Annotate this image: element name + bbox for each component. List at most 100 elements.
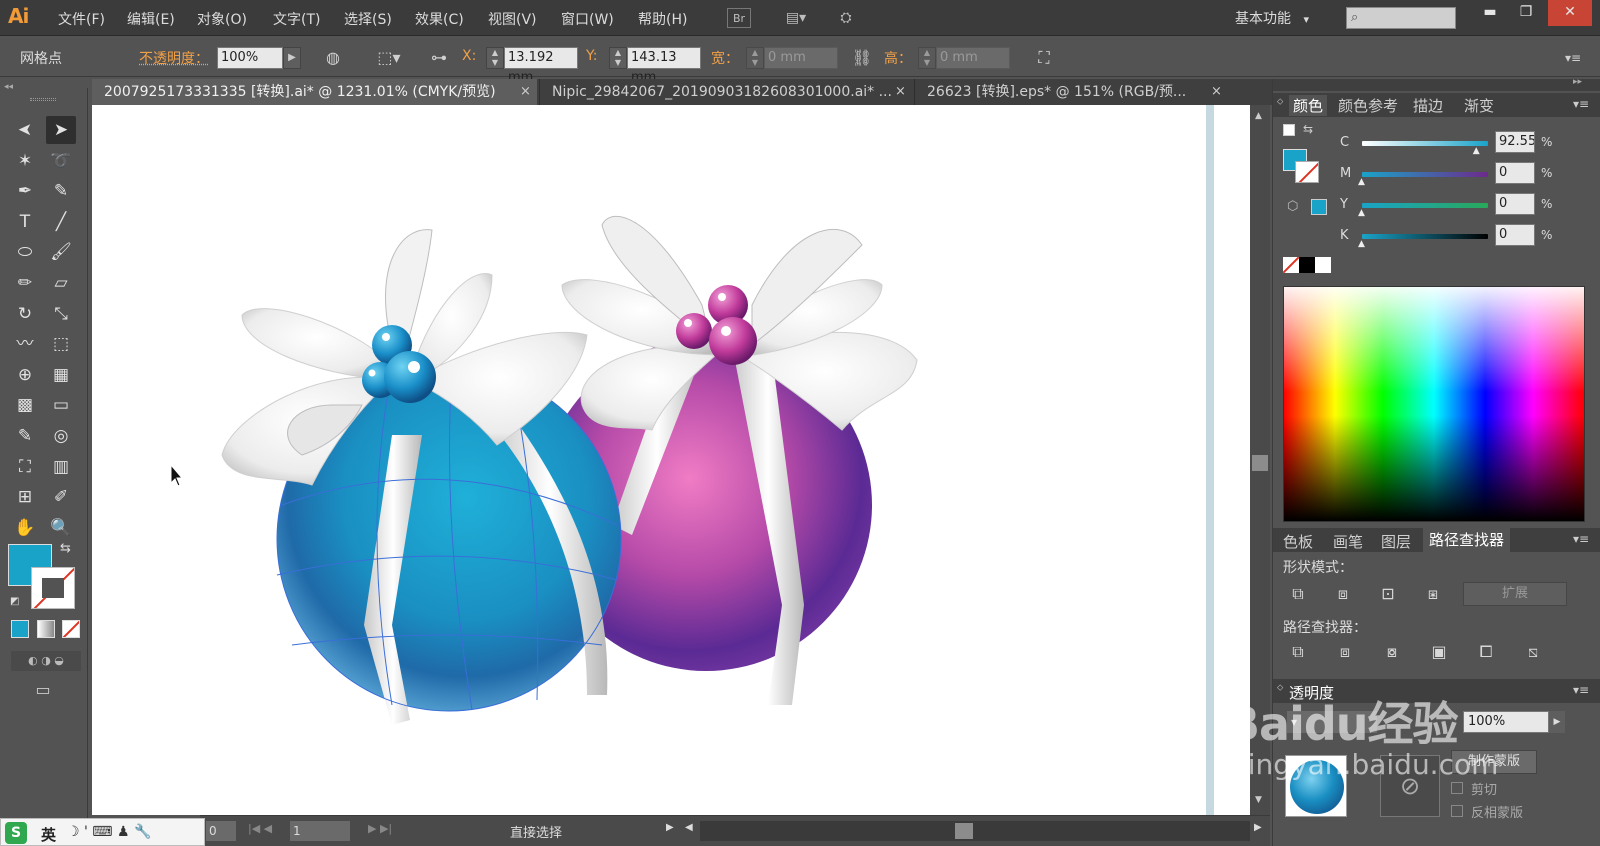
- rotate-tool-icon[interactable]: ↻: [10, 300, 40, 328]
- opacity-arrow-icon[interactable]: ▶: [1549, 711, 1565, 733]
- clip-checkbox[interactable]: [1451, 782, 1463, 794]
- default-fill-stroke-icon[interactable]: [1283, 124, 1295, 136]
- tab-swatches[interactable]: 色板: [1283, 531, 1313, 552]
- channel-value-field[interactable]: 0: [1495, 162, 1535, 184]
- h-scrollbar-thumb[interactable]: [955, 823, 973, 839]
- screen-mode-icon[interactable]: ▭: [28, 680, 58, 702]
- x-field[interactable]: 13.192 mm: [504, 47, 578, 85]
- warp-tool-icon[interactable]: 〰: [10, 330, 40, 358]
- menu-file[interactable]: 文件(F): [58, 9, 105, 29]
- align-options-icon[interactable]: ⬚▾: [372, 47, 406, 69]
- intersect-icon[interactable]: ⊡: [1373, 581, 1403, 607]
- channel-value-field[interactable]: 0: [1495, 193, 1535, 215]
- none-mode-icon[interactable]: [62, 620, 80, 638]
- minus-front-icon[interactable]: ⧈: [1328, 581, 1358, 607]
- symbol-sprayer-tool-icon[interactable]: ⛶: [10, 453, 40, 481]
- opacity-label[interactable]: 不透明度：: [139, 48, 209, 68]
- panel-grip[interactable]: [30, 98, 56, 101]
- menu-window[interactable]: 窗口(W): [561, 9, 614, 29]
- opacity-dropdown-arrow-icon[interactable]: ▶: [283, 47, 301, 69]
- default-colors-icon[interactable]: ◩: [10, 596, 19, 607]
- swap-fill-stroke-icon[interactable]: ⇆: [60, 541, 71, 556]
- artboard-nav-last-icon[interactable]: ▶ ▶|: [368, 822, 392, 835]
- zoom-field[interactable]: 0: [206, 821, 236, 841]
- channel-value-field[interactable]: 0: [1495, 224, 1535, 246]
- horizontal-scrollbar[interactable]: [700, 821, 1250, 841]
- line-tool-icon[interactable]: ╱: [46, 208, 76, 236]
- menu-edit[interactable]: 编辑(E): [127, 9, 175, 29]
- link-proportions-icon[interactable]: ⛓: [851, 47, 873, 69]
- lasso-tool-icon[interactable]: ➰: [46, 147, 76, 175]
- close-icon[interactable]: ×: [1211, 79, 1222, 105]
- menu-type[interactable]: 文字(T): [273, 9, 320, 29]
- selection-tool-icon[interactable]: ➤: [10, 116, 40, 144]
- pen-tool-icon[interactable]: ✒: [10, 177, 40, 205]
- slice-tool-icon[interactable]: ✐: [46, 483, 76, 511]
- invert-mask-checkbox[interactable]: [1451, 805, 1463, 817]
- tab-color[interactable]: 颜色: [1289, 95, 1328, 116]
- stroke-swatch[interactable]: [31, 567, 75, 609]
- ime-tool-icons[interactable]: ☽ ' ⌨ ♟ 🔧: [67, 824, 151, 840]
- panel-collapse-icon[interactable]: ⬦: [1277, 97, 1283, 107]
- scrollbar-thumb[interactable]: [1252, 455, 1268, 471]
- gradient-mode-icon[interactable]: [37, 620, 55, 638]
- workspace-switcher[interactable]: 基本功能 ▾: [1235, 8, 1309, 28]
- none-swatch[interactable]: [1283, 257, 1299, 273]
- reference-point-icon[interactable]: ⊶: [428, 47, 450, 69]
- transparency-opacity-field[interactable]: 100%: [1463, 711, 1549, 733]
- magic-wand-tool-icon[interactable]: ✶: [10, 147, 40, 175]
- channel-value-field[interactable]: 92.55: [1495, 131, 1535, 153]
- hand-tool-icon[interactable]: ✋: [10, 514, 40, 542]
- menu-view[interactable]: 视图(V): [488, 9, 537, 29]
- tab-document-3[interactable]: 26623 [转换].eps* @ 151% (RGB/预... ×: [914, 79, 1226, 105]
- tab-layers[interactable]: 图层: [1381, 531, 1411, 552]
- menu-object[interactable]: 对象(O): [197, 9, 247, 29]
- scroll-left-icon[interactable]: ◀: [685, 822, 693, 833]
- tab-gradient[interactable]: 渐变: [1464, 95, 1494, 116]
- black-swatch[interactable]: [1299, 257, 1315, 273]
- y-stepper-icon[interactable]: ▲ ▼: [609, 47, 627, 69]
- menu-select[interactable]: 选择(S): [344, 9, 392, 29]
- ime-toolbar[interactable]: S 英 ☽ ' ⌨ ♟ 🔧: [0, 818, 205, 846]
- out-of-gamut-icon[interactable]: ⬡: [1287, 199, 1298, 214]
- eraser-tool-icon[interactable]: ▱: [46, 269, 76, 297]
- menu-effect[interactable]: 效果(C): [415, 9, 464, 29]
- search-input[interactable]: ⌕: [1346, 7, 1456, 29]
- swap-icon[interactable]: ⇆: [1303, 122, 1313, 136]
- crop-icon[interactable]: ▣: [1424, 639, 1454, 665]
- tab-pathfinder[interactable]: 路径查找器: [1423, 528, 1511, 552]
- artboard-number-field[interactable]: 1: [290, 821, 350, 841]
- tab-color-guide[interactable]: 颜色参考: [1338, 95, 1398, 116]
- paintbrush-tool-icon[interactable]: 🖌: [46, 238, 76, 266]
- tab-stroke[interactable]: 描边: [1413, 95, 1443, 116]
- type-tool-icon[interactable]: T: [10, 208, 40, 236]
- exclude-icon[interactable]: ⧆: [1418, 581, 1448, 607]
- tab-document-1[interactable]: 2007925173331335 [转换].ai* @ 1231.01% (CM…: [92, 79, 537, 105]
- isolate-group-icon[interactable]: ⛶: [1033, 47, 1055, 69]
- artboard-nav-first-icon[interactable]: |◀ ◀: [248, 822, 272, 835]
- slider-handle-icon[interactable]: ▲: [1358, 239, 1365, 249]
- slider-handle-icon[interactable]: ▲: [1473, 146, 1480, 156]
- mesh-tool-icon[interactable]: ▩: [10, 391, 40, 419]
- arrange-documents-icon[interactable]: ▤▾: [778, 8, 814, 28]
- tab-brushes[interactable]: 画笔: [1333, 531, 1363, 552]
- blend-tool-icon[interactable]: ◎: [46, 422, 76, 450]
- close-icon[interactable]: ×: [520, 79, 531, 105]
- menu-help[interactable]: 帮助(H): [638, 9, 687, 29]
- minimize-button[interactable]: ▬: [1472, 0, 1508, 26]
- drawing-modes-icon[interactable]: ◐ ◑ ◒: [11, 651, 81, 671]
- collapse-panel-icon[interactable]: ◂◂: [4, 82, 13, 92]
- y-field[interactable]: 143.13 mm: [627, 47, 701, 85]
- artboard-tool-icon[interactable]: ⊞: [10, 483, 40, 511]
- slider-handle-icon[interactable]: ▲: [1358, 208, 1365, 218]
- recolor-artwork-icon[interactable]: ◍: [322, 47, 344, 69]
- color-mode-icon[interactable]: [11, 620, 29, 638]
- scale-tool-icon[interactable]: ⤡: [46, 300, 76, 328]
- channel-slider[interactable]: [1362, 203, 1488, 208]
- expand-button[interactable]: 扩展: [1463, 582, 1567, 606]
- status-menu-arrow-icon[interactable]: ▶: [666, 822, 674, 833]
- scroll-up-icon[interactable]: ▲: [1255, 111, 1262, 121]
- web-safe-swatch[interactable]: [1311, 199, 1327, 215]
- restore-button[interactable]: ❐: [1508, 0, 1544, 26]
- divide-icon[interactable]: ⧉: [1283, 639, 1313, 665]
